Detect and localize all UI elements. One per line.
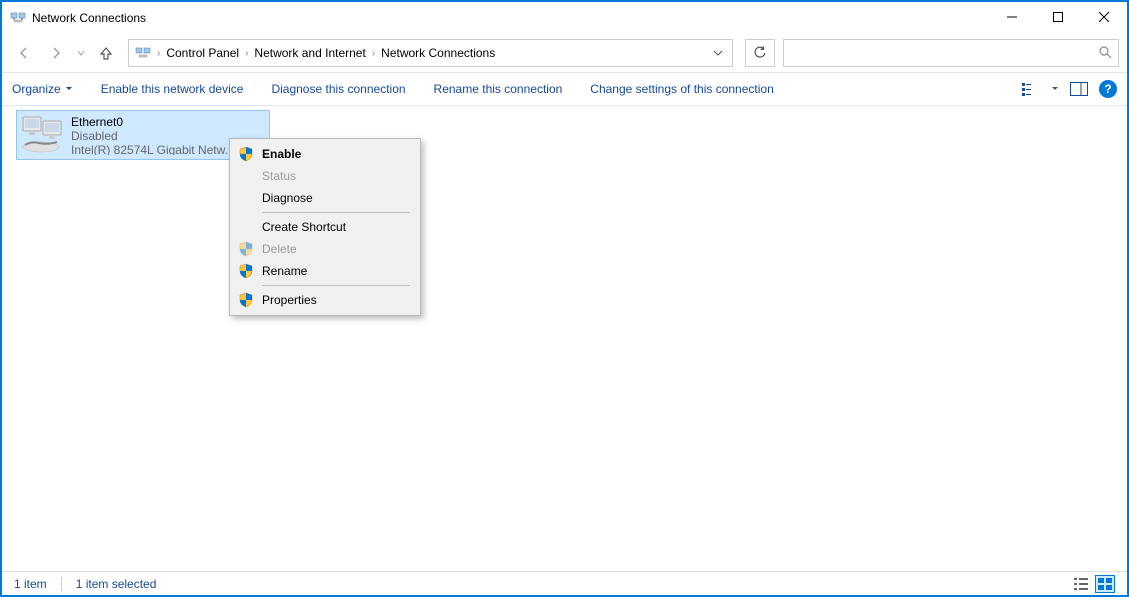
breadcrumb-item[interactable]: Control Panel [162,41,243,65]
minimize-button[interactable] [989,2,1035,32]
address-icon [133,43,153,63]
chevron-right-icon[interactable]: › [155,48,162,59]
navbar: › Control Panel › Network and Internet ›… [2,34,1127,72]
address-dropdown[interactable] [706,40,730,66]
context-delete: Delete [232,238,418,260]
diagnose-button[interactable]: Diagnose this connection [271,82,405,96]
back-button[interactable] [10,39,38,67]
menu-separator [262,285,410,286]
connection-device: Intel(R) 82574L Gigabit Netw... [71,143,235,155]
rename-button[interactable]: Rename this connection [434,82,563,96]
chevron-down-icon [65,85,73,93]
connection-name: Ethernet0 [71,115,235,129]
context-create-shortcut[interactable]: Create Shortcut [232,216,418,238]
refresh-button[interactable] [745,39,775,67]
shield-icon [238,292,254,308]
shield-icon [238,146,254,162]
search-box[interactable] [783,39,1119,67]
chevron-right-icon[interactable]: › [243,48,250,59]
shield-icon [238,241,254,257]
maximize-button[interactable] [1035,2,1081,32]
help-button[interactable]: ? [1099,80,1117,98]
context-menu: Enable Status Diagnose Create Shortcut D… [229,138,421,316]
status-separator [61,577,62,591]
details-view-button[interactable] [1071,575,1091,593]
icons-view-button[interactable] [1095,575,1115,593]
status-count: 1 item [14,577,47,591]
context-status: Status [232,165,418,187]
titlebar: Network Connections [2,2,1127,34]
context-properties[interactable]: Properties [232,289,418,311]
preview-pane-button[interactable] [1069,79,1089,99]
status-selected: 1 item selected [76,577,157,591]
network-adapter-icon [21,115,65,155]
context-enable[interactable]: Enable [232,143,418,165]
command-bar: Organize Enable this network device Diag… [2,72,1127,106]
change-settings-button[interactable]: Change settings of this connection [590,82,773,96]
window-title: Network Connections [32,11,989,25]
view-options-button[interactable] [1021,79,1041,99]
organize-button[interactable]: Organize [12,82,73,96]
connection-text: Ethernet0 Disabled Intel(R) 82574L Gigab… [71,115,235,155]
recent-dropdown[interactable] [74,39,88,67]
close-button[interactable] [1081,2,1127,32]
content-area[interactable]: Ethernet0 Disabled Intel(R) 82574L Gigab… [2,106,1127,574]
context-diagnose[interactable]: Diagnose [232,187,418,209]
status-bar: 1 item 1 item selected [2,571,1127,595]
chevron-down-icon[interactable] [1051,85,1059,93]
menu-separator [262,212,410,213]
address-bar[interactable]: › Control Panel › Network and Internet ›… [128,39,733,67]
forward-button[interactable] [42,39,70,67]
connection-status: Disabled [71,129,235,143]
shield-icon [238,263,254,279]
chevron-right-icon[interactable]: › [370,48,377,59]
search-icon[interactable] [1098,45,1112,62]
enable-device-button[interactable]: Enable this network device [101,82,244,96]
up-button[interactable] [92,39,120,67]
window-controls [989,2,1127,34]
breadcrumb-item[interactable]: Network and Internet [250,41,369,65]
breadcrumb-item[interactable]: Network Connections [377,41,499,65]
app-icon [10,10,26,26]
context-rename[interactable]: Rename [232,260,418,282]
